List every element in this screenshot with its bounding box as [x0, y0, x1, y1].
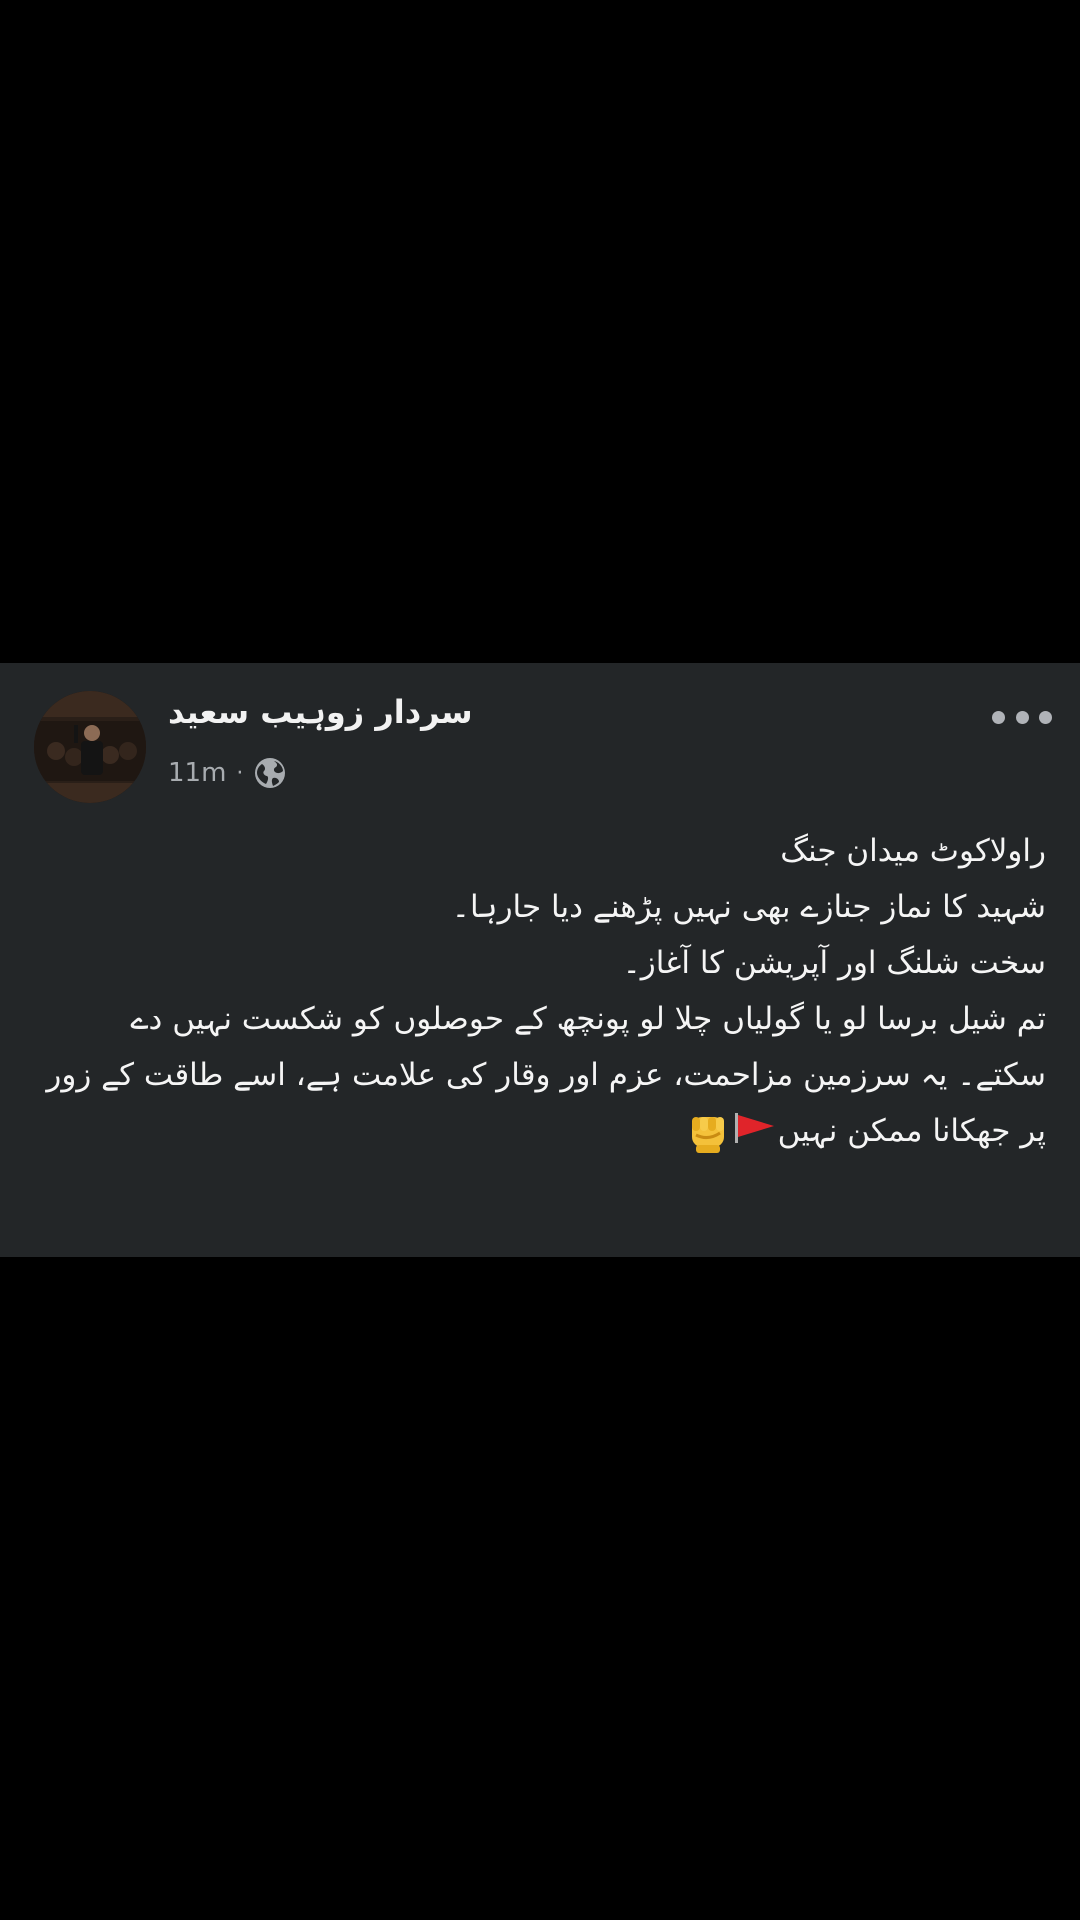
more-dot: [1039, 710, 1052, 724]
post-text: راولاکوٹ میدان جنگ شہید کا نماز جنازے بھ…: [44, 823, 1046, 1159]
post-text-line: شہید کا نماز جنازے بھی نہیں پڑھنے دیا جا…: [451, 889, 1046, 925]
post-text-paragraph: تم شیل برسا لو یا گولیاں چلا لو پونچھ کے…: [44, 991, 1046, 1159]
meta-separator: ·: [236, 760, 244, 786]
emoji-group: [686, 1111, 776, 1155]
more-horizontal-icon: [992, 710, 1005, 724]
author-avatar[interactable]: [34, 691, 146, 803]
red-flag-icon: [734, 1112, 774, 1143]
more-options-button[interactable]: [992, 699, 1052, 735]
globe-icon[interactable]: [253, 756, 287, 790]
raised-fist-icon: [691, 1116, 724, 1153]
post-timestamp[interactable]: 11m: [168, 758, 226, 788]
post-text-line: سخت شلنگ اور آپریشن کا آغاز۔: [622, 945, 1046, 981]
avatar-image: [34, 691, 146, 803]
post-text-line: راولاکوٹ میدان جنگ: [780, 833, 1046, 869]
author-name[interactable]: سردار زوہیب سعید: [168, 693, 473, 731]
post-meta: 11m ·: [168, 753, 287, 793]
more-dot: [1015, 710, 1029, 724]
post-card: سردار زوہیب سعید 11m · راولاکوٹ میدان جن…: [0, 663, 1080, 1257]
post-text-line: تم شیل برسا لو یا گولیاں چلا لو پونچھ کے…: [46, 1001, 1046, 1149]
